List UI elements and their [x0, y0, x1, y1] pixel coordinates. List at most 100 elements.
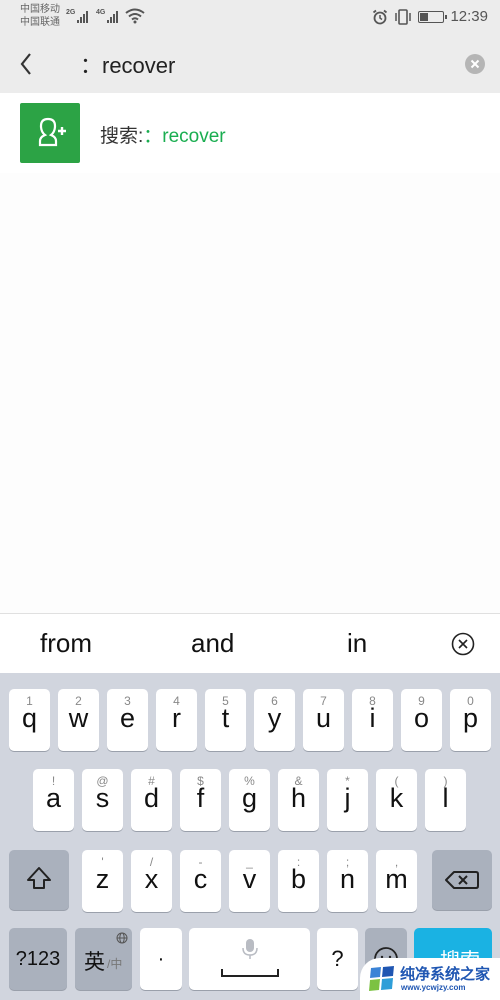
key-l[interactable]: ) l [425, 769, 466, 831]
add-contact-icon [20, 103, 80, 163]
carrier-1: 中国移动 [20, 4, 60, 15]
key-primary-label: j [344, 783, 351, 813]
question-key[interactable]: ? [317, 928, 358, 990]
keyboard: ?123 英 /中 · ? 1 q 2 w 3 e 4 r 5 t 6 y 7 … [0, 673, 500, 1000]
close-circle-icon[interactable] [451, 632, 475, 656]
chevron-left-icon[interactable] [14, 49, 40, 79]
key-primary-label: t [221, 703, 230, 733]
period-label: · [157, 948, 165, 970]
key-y[interactable]: 6y [254, 689, 295, 751]
key-e[interactable]: 3e [107, 689, 148, 751]
key-u[interactable]: 7u [303, 689, 344, 751]
key-n[interactable]: ; n [327, 850, 368, 912]
signal-type-1: 2G [66, 9, 76, 16]
microphone-icon [242, 939, 258, 959]
status-right: 12:39 [372, 8, 488, 25]
key-primary-label: s [95, 783, 110, 813]
key-j[interactable]: * j [327, 769, 368, 831]
search-header [0, 35, 500, 93]
key-primary-label: w [68, 703, 89, 733]
clock: 12:39 [450, 8, 488, 25]
carrier-2: 中国联通 [20, 17, 60, 28]
numbers-label: ?123 [15, 948, 61, 970]
key-w[interactable]: 2w [58, 689, 99, 751]
key-primary-label: a [45, 783, 62, 813]
key-t[interactable]: 5t [205, 689, 246, 751]
space-bar-icon [221, 969, 279, 977]
clear-search-button[interactable] [465, 54, 485, 74]
result-keyword: ：recover [143, 126, 226, 147]
key-primary-label: n [339, 864, 356, 894]
signal-type-2: 4G [96, 9, 106, 16]
language-switch-key[interactable]: 英 /中 [75, 928, 132, 990]
watermark-logo-icon [369, 966, 394, 991]
key-primary-label: c [193, 864, 208, 894]
key-b[interactable]: :b [278, 850, 319, 912]
period-key[interactable]: · [140, 928, 182, 990]
key-m[interactable]: ,m [376, 850, 417, 912]
space-key[interactable] [189, 928, 310, 990]
key-primary-label: g [241, 783, 258, 813]
key-i[interactable]: 8i [352, 689, 393, 751]
battery-icon [418, 10, 448, 23]
key-primary-label: o [413, 703, 430, 733]
key-primary-label: l [442, 783, 449, 813]
key-primary-label: f [196, 783, 205, 813]
lang-sub: /中 [107, 957, 123, 971]
alarm-icon [373, 9, 388, 24]
vibrate-icon [395, 8, 412, 25]
key-p[interactable]: 0p [450, 689, 491, 751]
key-d[interactable]: # d [131, 769, 172, 831]
question-label: ? [331, 946, 344, 971]
key-primary-label: x [144, 864, 159, 894]
key-x[interactable]: / x [131, 850, 172, 912]
signal-icon: 2G [66, 9, 89, 23]
globe-icon [116, 932, 128, 944]
suggestion-and[interactable]: and [191, 628, 234, 659]
shift-icon [27, 867, 51, 889]
suggestion-from[interactable]: from [40, 628, 92, 659]
key-primary-label: u [315, 703, 332, 733]
key-r[interactable]: 4r [156, 689, 197, 751]
key-primary-label: z [95, 864, 110, 894]
key-q[interactable]: 1q [9, 689, 50, 751]
key-primary-label: p [462, 703, 479, 733]
shift-key[interactable] [9, 850, 69, 910]
key-s[interactable]: @ s [82, 769, 123, 831]
key-c[interactable]: -c [180, 850, 221, 912]
key-primary-label: b [290, 864, 307, 894]
numbers-key[interactable]: ?123 [9, 928, 67, 990]
key-primary-label: h [290, 783, 307, 813]
key-primary-label: d [143, 783, 160, 813]
key-primary-label: i [369, 703, 376, 733]
watermark: 纯净系统之家 www.ycwjzy.com [360, 958, 500, 1000]
key-h[interactable]: & h [278, 769, 319, 831]
content-area [0, 173, 500, 613]
key-primary-label: e [119, 703, 136, 733]
key-o[interactable]: 9o [401, 689, 442, 751]
key-v[interactable]: _ v [229, 850, 270, 912]
key-z[interactable]: ' z [82, 850, 123, 912]
signal-icon: 4G [96, 9, 119, 23]
suggestion-in[interactable]: in [347, 628, 367, 659]
key-a[interactable]: ! a [33, 769, 74, 831]
key-k[interactable]: (k [376, 769, 417, 831]
search-result-item[interactable]: 搜索:：recover [0, 93, 500, 173]
search-input[interactable] [80, 47, 450, 81]
backspace-icon [445, 871, 479, 889]
key-primary-label: q [21, 703, 38, 733]
watermark-url: www.ycwjzy.com [401, 983, 466, 992]
key-primary-label: r [172, 703, 181, 733]
backspace-key[interactable] [432, 850, 492, 910]
key-primary-label: m [385, 864, 408, 894]
watermark-title: 纯净系统之家 [400, 966, 491, 983]
clear-circle-icon [470, 59, 480, 69]
result-prefix: 搜索: [100, 126, 144, 147]
key-g[interactable]: % g [229, 769, 270, 831]
key-primary-label: y [267, 703, 282, 733]
wechat-search-screen: 中国移动 中国联通 2G 4G 12:39 ：recover 搜索:：recov… [0, 0, 500, 1000]
key-f[interactable]: $ f [180, 769, 221, 831]
carrier-labels: 中国移动 中国联通 [20, 3, 60, 29]
key-primary-label: v [242, 864, 257, 894]
result-label: 搜索:：recover [100, 121, 226, 148]
